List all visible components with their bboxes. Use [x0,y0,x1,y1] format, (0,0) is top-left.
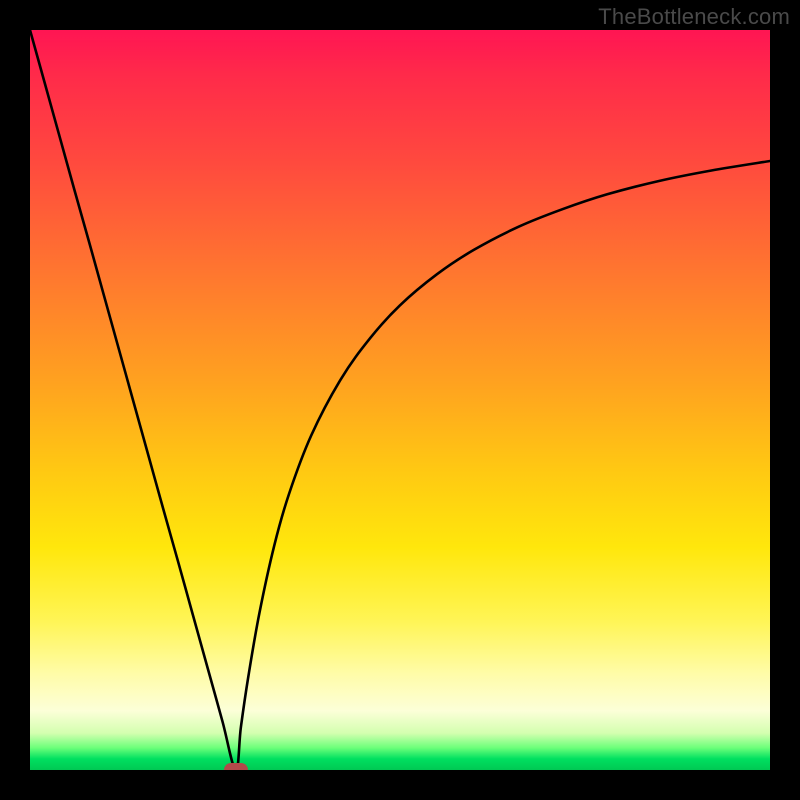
curve-layer [30,30,770,770]
chart-frame: TheBottleneck.com [0,0,800,800]
minimum-marker [224,763,248,770]
watermark-text: TheBottleneck.com [598,4,790,30]
bottleneck-curve [30,30,770,770]
plot-area [30,30,770,770]
